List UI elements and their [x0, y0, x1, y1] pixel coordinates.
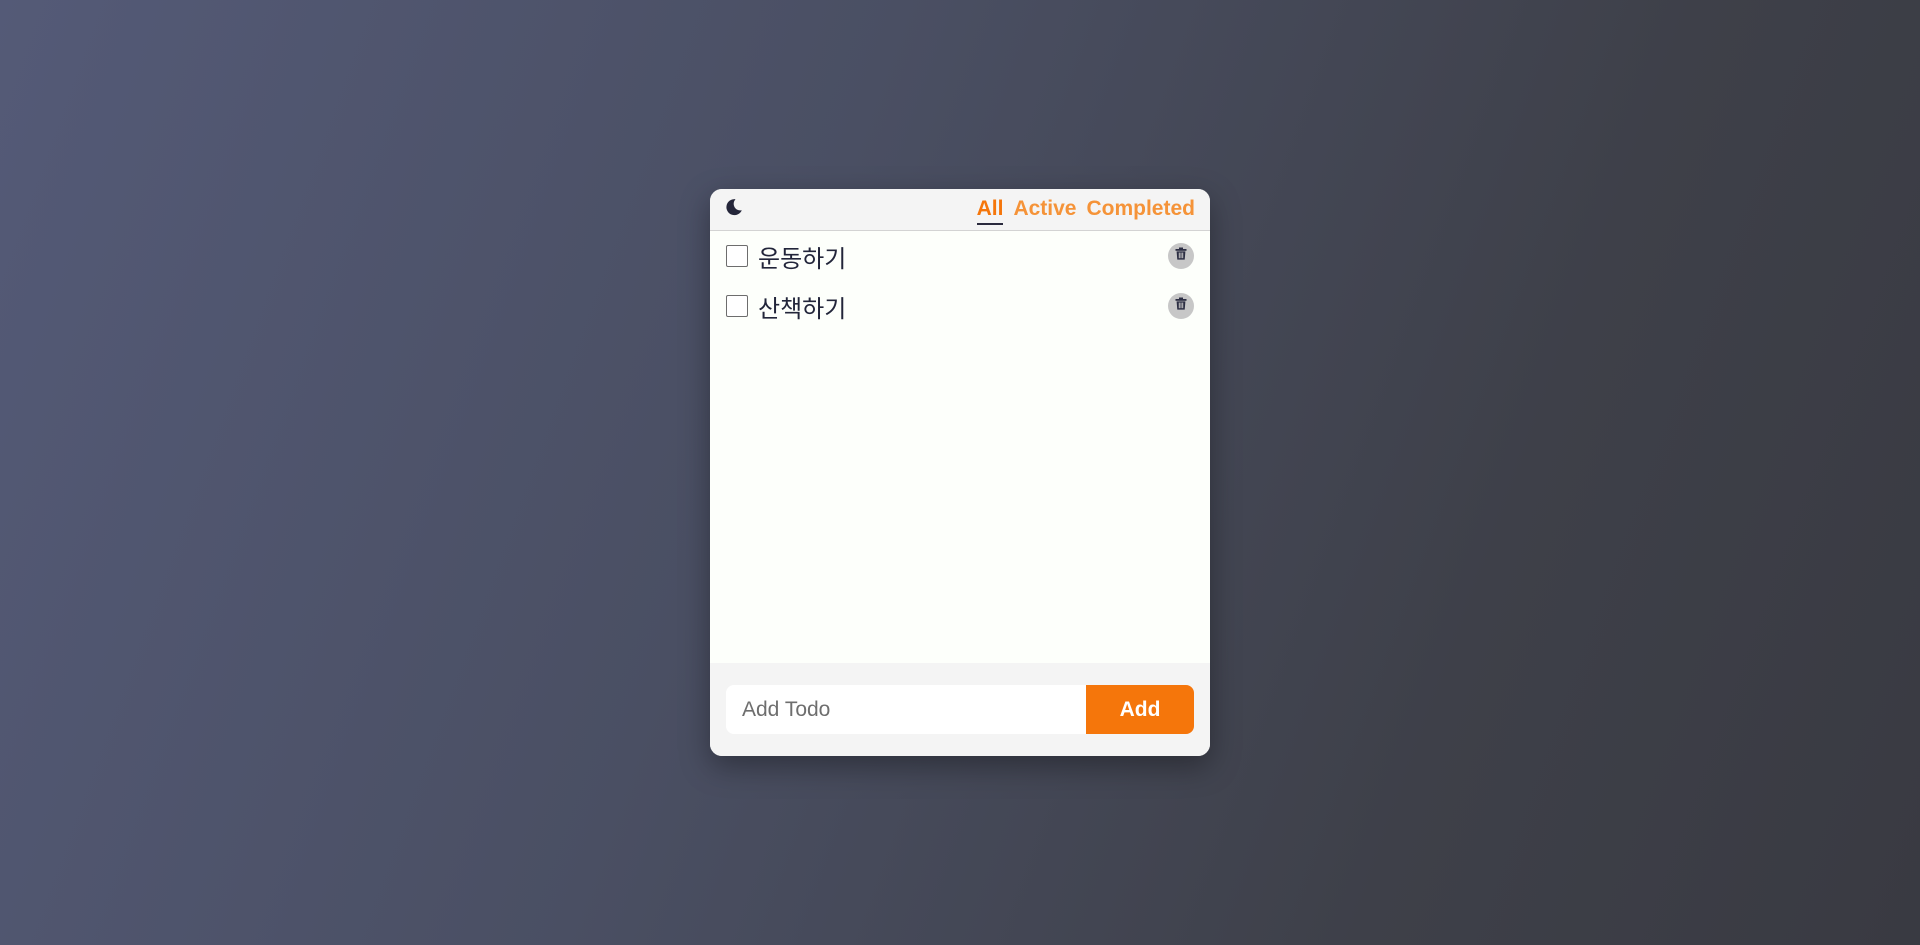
delete-button[interactable] [1168, 243, 1194, 269]
todo-checkbox[interactable] [726, 295, 748, 317]
add-todo-form: Add [726, 685, 1194, 734]
todo-item: 산책하기 [710, 281, 1210, 331]
add-todo-input[interactable] [726, 685, 1086, 734]
filter-tabs: All Active Completed [976, 195, 1195, 225]
delete-button[interactable] [1168, 293, 1194, 319]
todo-app-card: All Active Completed 운동하기 산책하기 Add Todo … [710, 189, 1210, 756]
trash-icon [1175, 247, 1187, 265]
header: All Active Completed [710, 189, 1210, 231]
todo-text: 산책하기 [758, 294, 847, 323]
moon-icon [724, 197, 744, 222]
dark-mode-toggle[interactable] [722, 197, 746, 221]
todo-item: 운동하기 [710, 231, 1210, 281]
trash-icon [1175, 297, 1187, 315]
todo-list: 운동하기 산책하기 [710, 231, 1210, 661]
filter-completed[interactable]: Completed [1086, 195, 1195, 225]
add-button[interactable]: Add [1086, 685, 1194, 734]
todo-text: 운동하기 [758, 244, 847, 273]
filter-active[interactable]: Active [1013, 195, 1076, 225]
add-todo-footer: Add [710, 663, 1210, 756]
filter-all[interactable]: All [976, 195, 1004, 225]
todo-checkbox[interactable] [726, 245, 748, 267]
